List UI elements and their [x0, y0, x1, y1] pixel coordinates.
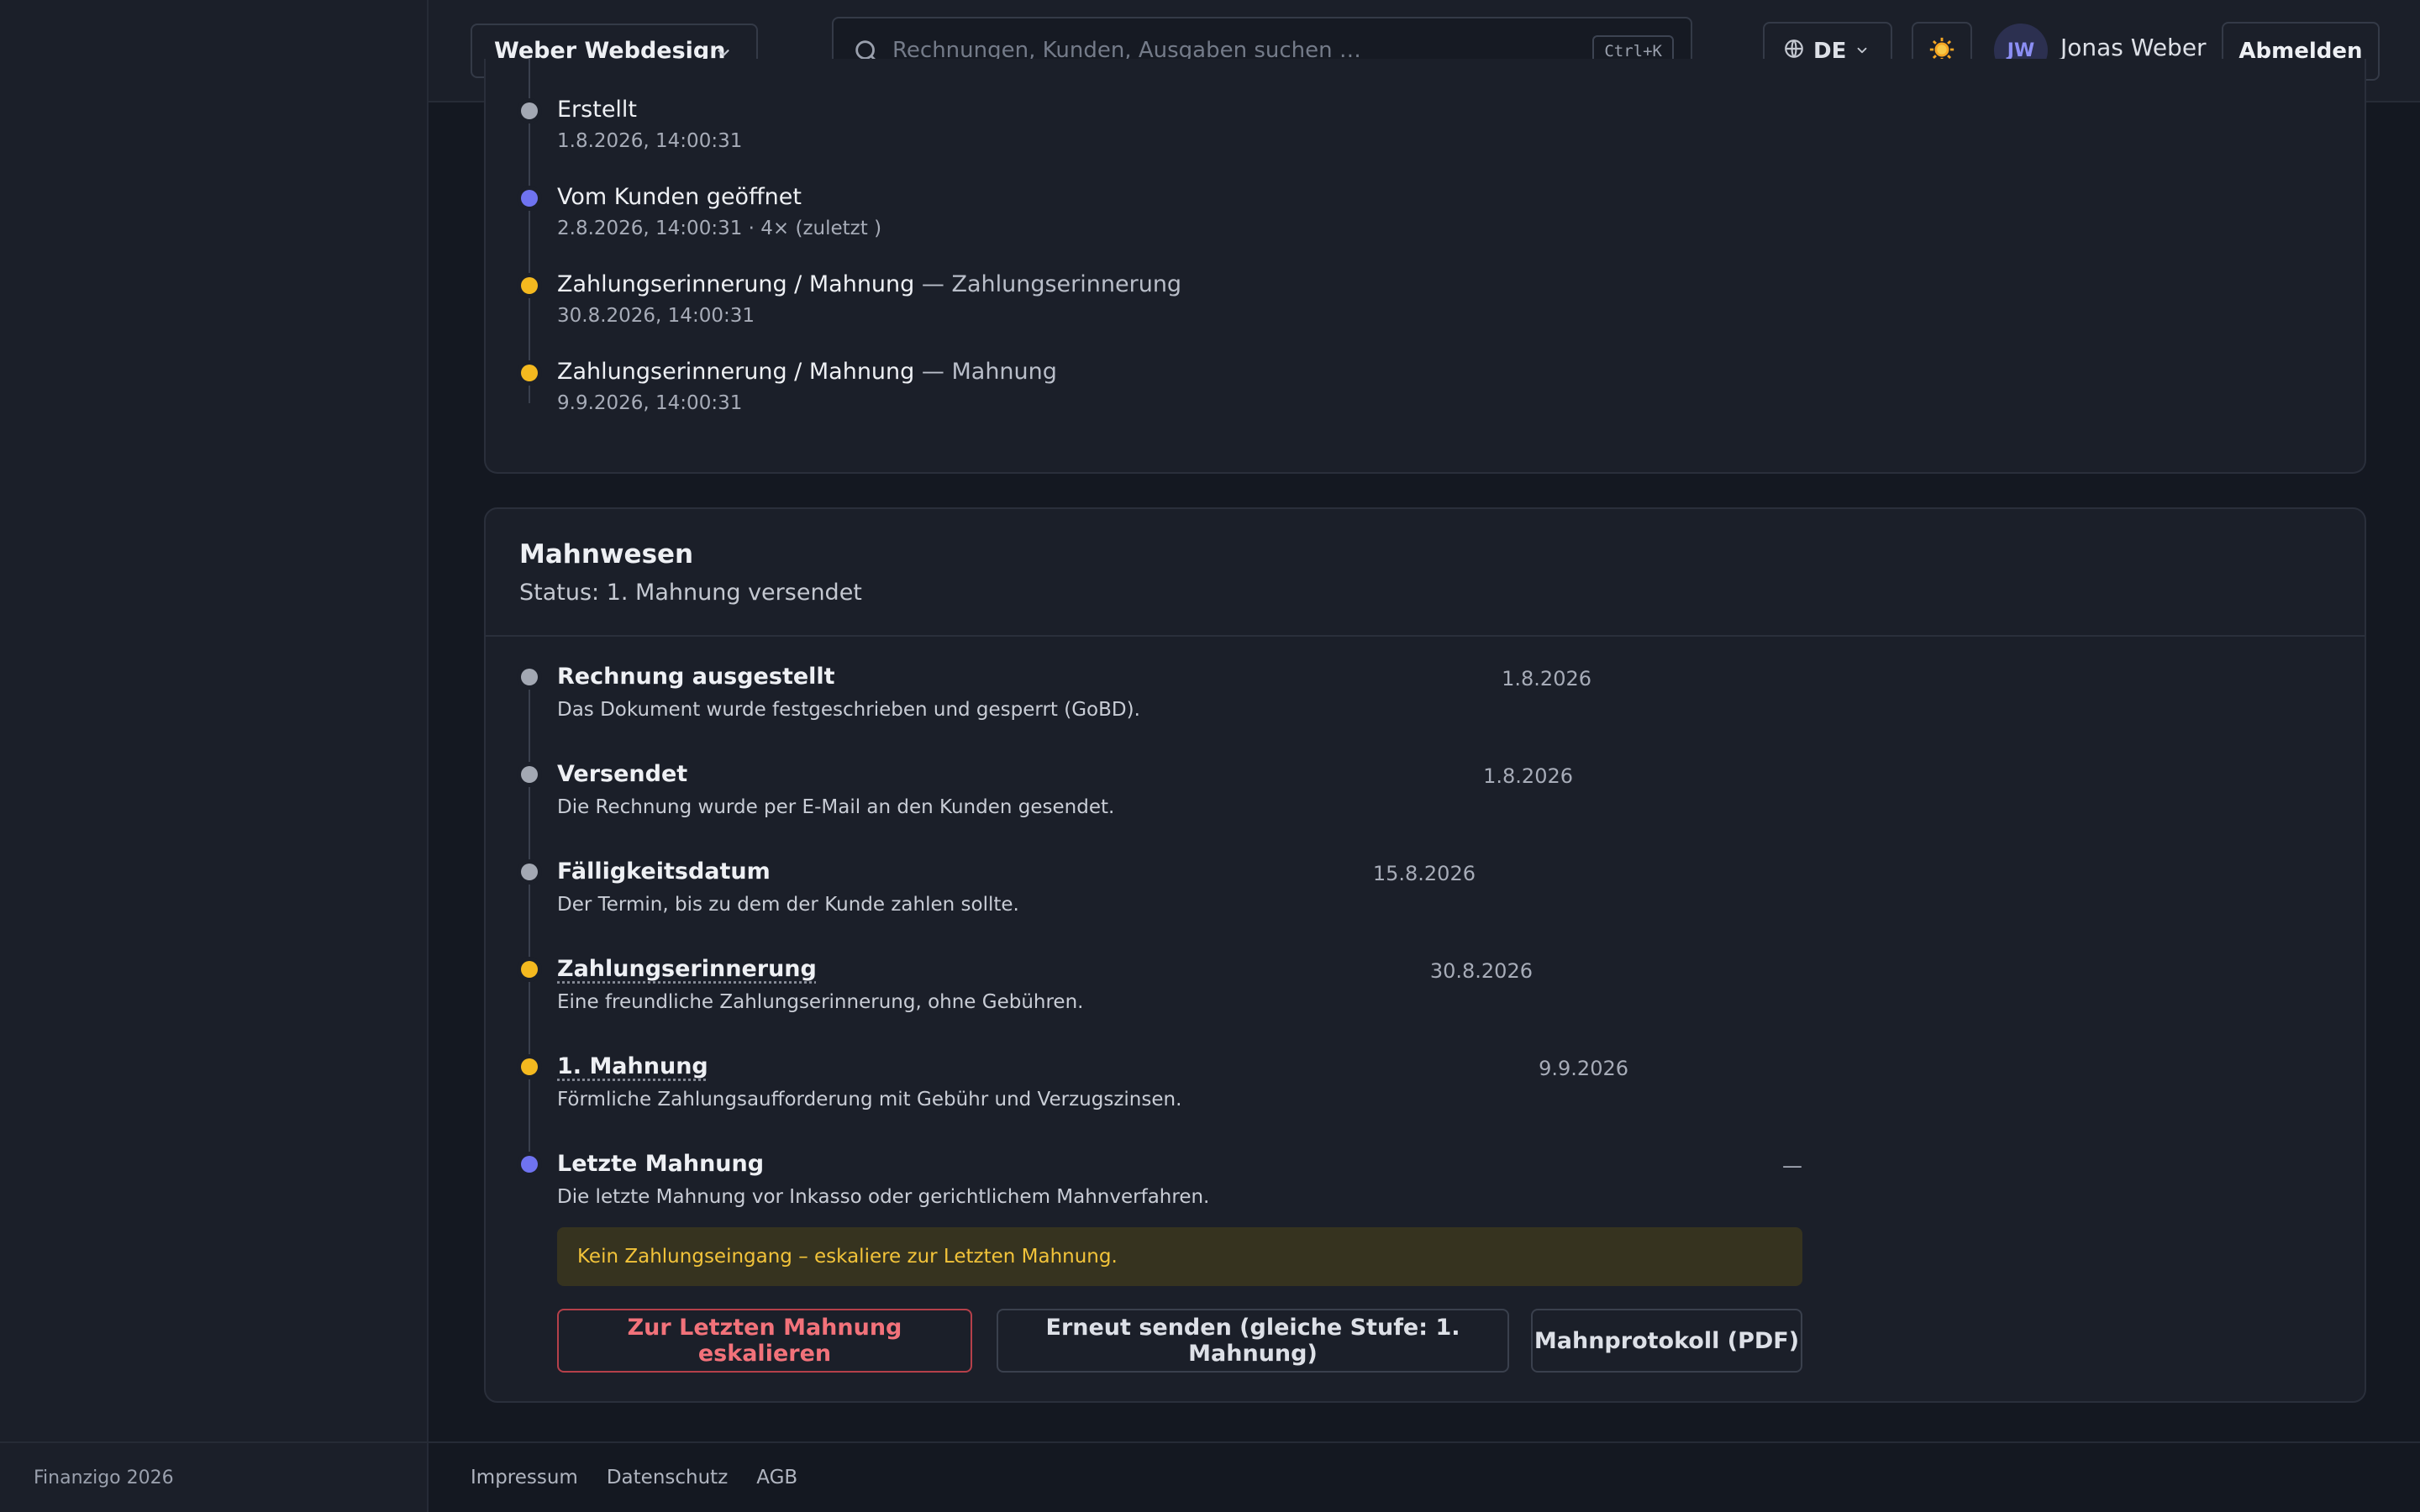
footer-link-agb[interactable]: AGB	[756, 1467, 797, 1488]
dunning-card: Mahnwesen Status: 1. Mahnung versendet R…	[484, 507, 2366, 1403]
status-dot	[521, 766, 538, 783]
section-title: Mahnwesen	[519, 539, 694, 570]
step-date: 1.8.2026	[1483, 764, 1573, 788]
step-description: Eine freundliche Zahlungserinnerung, ohn…	[557, 991, 1084, 1013]
status-dot	[521, 961, 538, 978]
status-dot	[521, 277, 538, 294]
status-dot	[521, 190, 538, 207]
protocol-pdf-button[interactable]: Mahnprotokoll (PDF)	[1531, 1309, 1802, 1373]
copyright-text: Finanzigo 2026	[34, 1467, 174, 1488]
footer-link-datenschutz[interactable]: Datenschutz	[607, 1467, 728, 1488]
step-description: Der Termin, bis zu dem der Kunde zahlen …	[557, 894, 1019, 916]
step-description: Förmliche Zahlungsaufforderung mit Gebüh…	[557, 1089, 1182, 1110]
status-dot	[521, 669, 538, 685]
step-title[interactable]: Zahlungserinnerung	[557, 956, 817, 982]
page-footer: Impressum Datenschutz AGB	[429, 1441, 2420, 1512]
resend-button[interactable]: Erneut senden (gleiche Stufe: 1. Mahnung…	[997, 1309, 1509, 1373]
user-name: Jonas Weber	[2060, 34, 2207, 61]
history-time: 30.8.2026, 14:00:31	[557, 305, 755, 327]
step-description: Die letzte Mahnung vor Inkasso oder geri…	[557, 1186, 1210, 1208]
history-title: Erstellt	[557, 97, 638, 123]
step-date: 30.8.2026	[1429, 959, 1533, 983]
step-description: Das Dokument wurde festgeschrieben und g…	[557, 699, 1140, 721]
history-card: Erstellt 1.8.2026, 14:00:31 Vom Kunden g…	[484, 59, 2366, 474]
escalate-button[interactable]: Zur Letzten Mahnung eskalieren	[557, 1309, 972, 1373]
divider	[486, 635, 2365, 637]
sidebar-footer: Finanzigo 2026	[0, 1441, 429, 1512]
step-date: 15.8.2026	[1372, 862, 1476, 885]
history-subtitle: — Mahnung	[921, 359, 1057, 385]
step-title: Rechnung ausgestellt	[557, 664, 835, 690]
status-dot	[521, 365, 538, 381]
history-time: 9.9.2026, 14:00:31	[557, 392, 743, 414]
step-date: —	[1782, 1154, 1802, 1178]
history-time: 1.8.2026, 14:00:31	[557, 130, 743, 152]
dunning-status: Status: 1. Mahnung versendet	[519, 580, 862, 606]
step-title: Versendet	[557, 761, 688, 787]
history-subtitle: — Zahlungserinnerung	[921, 271, 1182, 297]
history-time: 2.8.2026, 14:00:31 · 4× (zuletzt )	[557, 218, 882, 239]
step-title: Fälligkeitsdatum	[557, 858, 771, 885]
warning-alert: Kein Zahlungseingang – eskaliere zur Let…	[557, 1227, 1802, 1286]
status-dot	[521, 102, 538, 119]
footer-link-impressum[interactable]: Impressum	[471, 1467, 578, 1488]
history-title: Zahlungserinnerung / Mahnung	[557, 359, 915, 385]
step-description: Die Rechnung wurde per E-Mail an den Kun…	[557, 796, 1115, 818]
step-date: 1.8.2026	[1502, 667, 1591, 690]
timeline-line	[529, 677, 530, 1173]
step-title: Letzte Mahnung	[557, 1151, 765, 1177]
status-dot	[521, 1058, 538, 1075]
status-dot	[521, 1156, 538, 1173]
status-dot	[521, 864, 538, 880]
history-title: Vom Kunden geöffnet	[557, 184, 802, 210]
step-date: 9.9.2026	[1539, 1057, 1628, 1080]
sidebar: Finanzigo 2026	[0, 0, 429, 1512]
step-title[interactable]: 1. Mahnung	[557, 1053, 708, 1079]
history-title: Zahlungserinnerung / Mahnung	[557, 271, 915, 297]
